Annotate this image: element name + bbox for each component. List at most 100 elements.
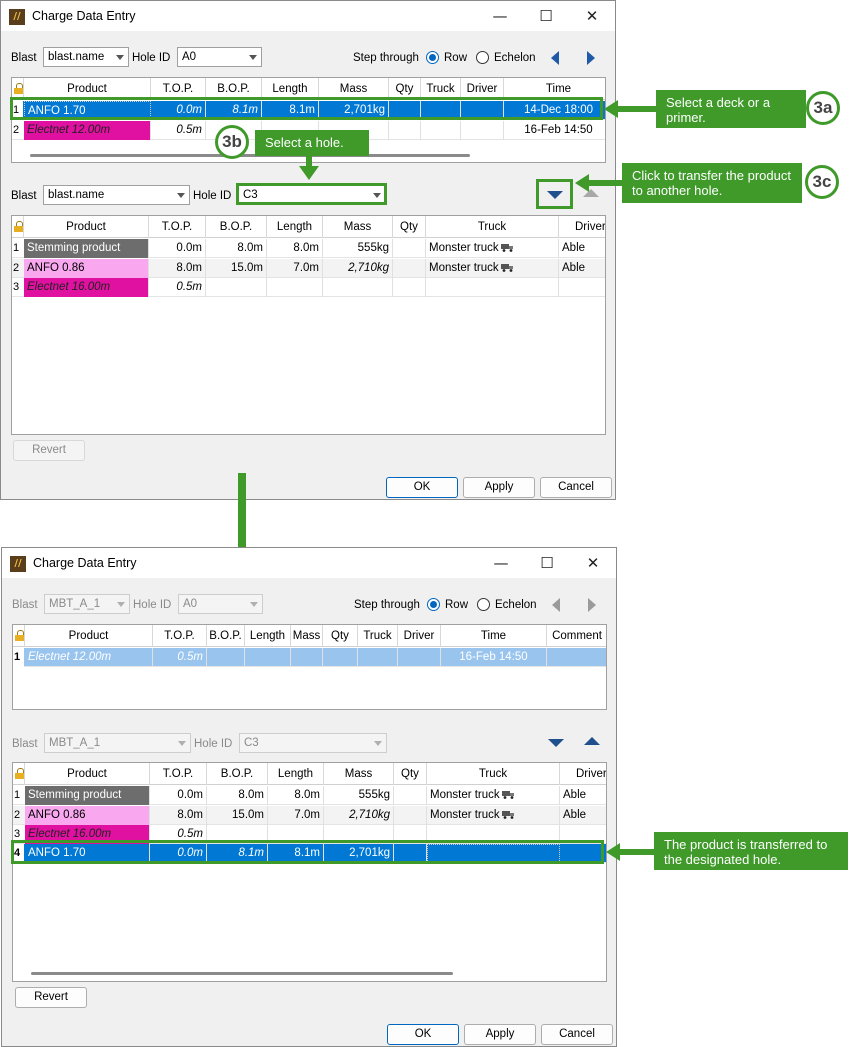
column-header[interactable]: T.O.P. [149,216,206,238]
column-header[interactable]: Qty [394,763,427,785]
column-header[interactable]: B.O.P. [207,625,245,647]
qty-cell[interactable] [394,786,427,805]
transfer-down-icon[interactable] [548,739,564,747]
mass-cell[interactable]: 2,710kg [323,259,393,278]
column-header[interactable]: Mass [324,763,394,785]
transfer-up-icon[interactable] [584,737,600,745]
apply-button[interactable]: Apply [463,477,535,498]
previous-arrow-icon[interactable] [551,51,559,65]
mass-cell[interactable]: 2,710kg [324,806,394,825]
qty-cell[interactable] [323,648,358,667]
time-cell[interactable]: 16-Feb 14:50 [441,648,547,667]
close-button[interactable]: ✕ [578,552,608,574]
hole-id-combo[interactable]: C3 [239,733,387,753]
product-cell[interactable]: Stemming product [24,239,149,258]
table-row[interactable]: 2 ANFO 0.86 8.0m 15.0m 7.0m 2,710kg Mons… [13,806,606,825]
column-header[interactable]: Mass [291,625,323,647]
product-cell[interactable]: ANFO 0.86 [25,806,150,825]
cancel-button[interactable]: Cancel [541,1024,613,1045]
close-button[interactable]: ✕ [577,5,607,27]
column-header[interactable]: Truck [358,625,398,647]
truck-cell[interactable]: Monster truck [426,259,559,278]
column-header[interactable]: Truck [427,763,560,785]
mass-cell[interactable]: 555kg [323,239,393,258]
truck-cell[interactable]: Monster truck [427,806,560,825]
minimize-button[interactable]: — [486,552,516,574]
ok-button[interactable]: OK [387,1024,459,1045]
bop-cell[interactable]: 8.0m [206,239,267,258]
product-cell[interactable]: Electnet 16.00m [24,278,149,297]
column-header[interactable]: Time [441,625,547,647]
ok-button[interactable]: OK [386,477,458,498]
time-cell[interactable]: 16-Feb 14:50 [504,121,605,140]
column-header[interactable]: Product [25,763,150,785]
column-header[interactable]: T.O.P. [150,763,207,785]
driver-cell[interactable] [559,278,605,297]
mass-cell[interactable] [323,278,393,297]
bop-cell[interactable] [207,648,245,667]
row-radio[interactable] [427,598,440,611]
revert-button[interactable]: Revert [13,440,85,461]
maximize-button[interactable]: ☐ [532,552,562,574]
length-cell[interactable]: 8.0m [268,786,324,805]
length-cell[interactable]: 7.0m [268,806,324,825]
maximize-button[interactable]: ☐ [531,5,561,27]
truck-cell[interactable] [426,278,559,297]
blast-combo[interactable]: blast.name [43,185,190,205]
column-header[interactable]: Mass [323,216,393,238]
revert-button[interactable]: Revert [15,987,87,1008]
echelon-radio[interactable] [476,51,489,64]
length-cell[interactable]: 7.0m [267,259,323,278]
bop-cell[interactable]: 15.0m [207,806,268,825]
column-header[interactable]: Length [268,763,324,785]
blast-combo[interactable]: blast.name [43,47,129,67]
top-cell[interactable]: 0.0m [149,239,206,258]
minimize-button[interactable]: — [485,5,515,27]
column-header[interactable]: Qty [323,625,358,647]
table-row[interactable]: 1 Stemming product 0.0m 8.0m 8.0m 555kg … [12,239,605,258]
truck-cell[interactable] [358,648,398,667]
table-row[interactable]: 1 Stemming product 0.0m 8.0m 8.0m 555kg … [13,786,606,805]
product-cell[interactable]: Electnet 12.00m [24,121,151,140]
blast-combo[interactable]: MBT_A_1 [44,594,130,614]
table-row[interactable]: 2 ANFO 0.86 8.0m 15.0m 7.0m 2,710kg Mons… [12,259,605,278]
mass-cell[interactable]: 555kg [324,786,394,805]
horizontal-scrollbar[interactable] [31,972,453,975]
length-cell[interactable]: 8.0m [267,239,323,258]
qty-cell[interactable] [389,121,421,140]
row-radio[interactable] [426,51,439,64]
truck-cell[interactable]: Monster truck [426,239,559,258]
driver-cell[interactable]: Able [560,786,606,805]
echelon-radio[interactable] [477,598,490,611]
column-header[interactable]: Product [24,216,149,238]
column-header[interactable]: T.O.P. [153,625,207,647]
product-cell[interactable]: ANFO 0.86 [24,259,149,278]
column-header[interactable]: Length [267,216,323,238]
column-header[interactable]: Qty [393,216,426,238]
next-arrow-icon[interactable] [588,598,596,612]
column-header[interactable]: Length [245,625,291,647]
column-header[interactable]: B.O.P. [207,763,268,785]
product-cell[interactable]: Electnet 12.00m [25,648,153,667]
top-cell[interactable]: 8.0m [149,259,206,278]
truck-cell[interactable]: Monster truck [427,786,560,805]
column-header[interactable]: Truck [426,216,559,238]
driver-cell[interactable] [461,121,504,140]
length-cell[interactable] [267,278,323,297]
column-header[interactable]: Driver [560,763,606,785]
length-cell[interactable] [245,648,291,667]
qty-cell[interactable] [393,239,426,258]
bop-cell[interactable]: 8.0m [207,786,268,805]
bop-cell[interactable] [206,278,267,297]
comment-cell[interactable] [547,648,606,667]
driver-cell[interactable] [398,648,441,667]
qty-cell[interactable] [393,259,426,278]
column-header[interactable]: Product [25,625,153,647]
top-cell[interactable]: 8.0m [150,806,207,825]
cancel-button[interactable]: Cancel [540,477,612,498]
next-arrow-icon[interactable] [587,51,595,65]
driver-cell[interactable]: Able [560,806,606,825]
column-header[interactable]: Driver [398,625,441,647]
driver-cell[interactable]: Able [559,239,605,258]
table-row[interactable]: 3 Electnet 16.00m 0.5m [12,278,605,297]
